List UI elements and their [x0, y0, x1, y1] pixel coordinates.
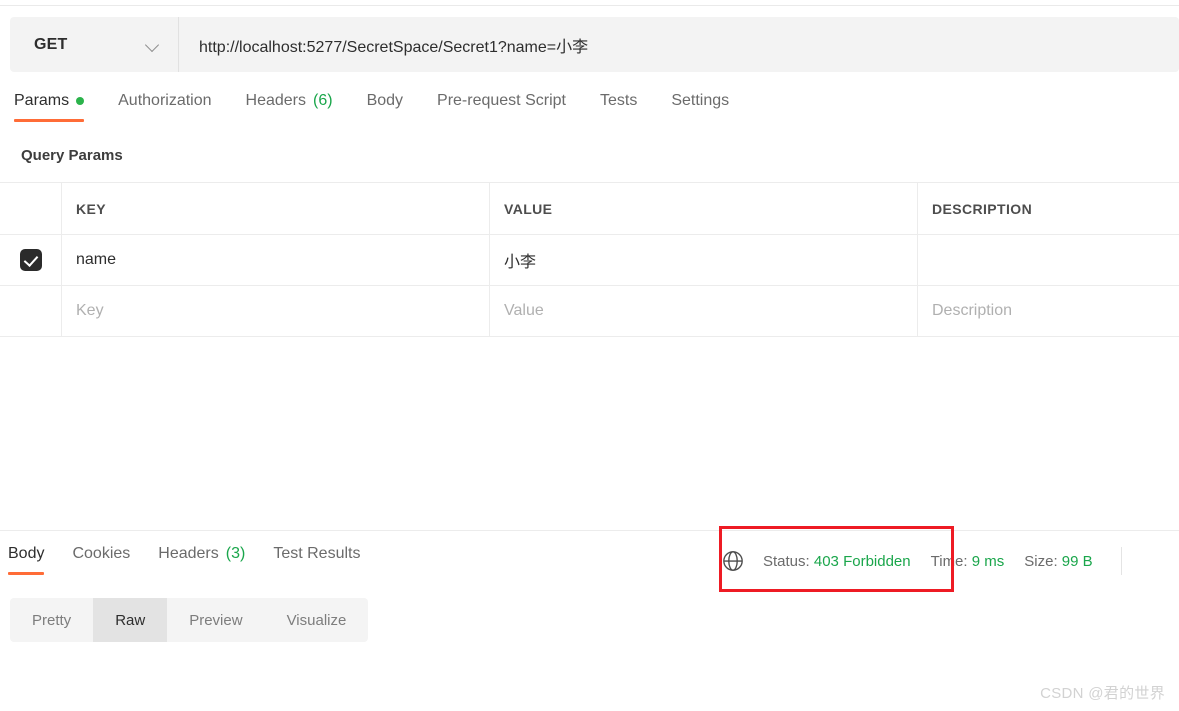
row-key-cell[interactable]: name [62, 235, 490, 285]
header-description: DESCRIPTION [932, 200, 1033, 217]
response-tabs: Body Cookies Headers (3) Test Results [0, 545, 388, 577]
query-params-table: KEY VALUE DESCRIPTION name 小李 Key Value … [0, 182, 1179, 337]
empty-row-description-cell[interactable]: Description [918, 286, 1179, 336]
tab-headers-count: (6) [313, 92, 333, 109]
params-modified-dot [76, 97, 85, 105]
tab-params-label: Params [14, 92, 70, 109]
format-preview-button[interactable]: Preview [167, 598, 264, 642]
watermark: CSDN @君的世界 [1040, 685, 1165, 702]
tab-body-label: Body [366, 92, 404, 109]
format-raw-button[interactable]: Raw [93, 598, 168, 642]
empty-row-value-placeholder: Value [504, 302, 544, 319]
response-tab-cookies-label: Cookies [72, 545, 131, 562]
tab-settings[interactable]: Settings [671, 92, 729, 124]
empty-row-key-cell[interactable]: Key [62, 286, 490, 336]
tab-pre-request-script-label: Pre-request Script [437, 92, 566, 109]
http-method-select[interactable]: GET [10, 17, 179, 72]
size-meta: Size: 99 B [1024, 553, 1092, 570]
size-label: Size: [1024, 552, 1058, 570]
top-divider [0, 5, 1179, 6]
response-tab-headers[interactable]: Headers (3) [158, 545, 245, 577]
tab-tests-label: Tests [599, 92, 638, 109]
time-value: 9 ms [971, 552, 1005, 570]
format-visualize-button[interactable]: Visualize [265, 598, 369, 642]
empty-row-key-placeholder: Key [76, 302, 104, 319]
response-tab-headers-label: Headers [158, 545, 219, 562]
table-header-row: KEY VALUE DESCRIPTION [0, 183, 1179, 235]
table-row-empty: Key Value Description [0, 286, 1179, 337]
request-url-bar: GET [10, 17, 1179, 72]
table-row: name 小李 [0, 235, 1179, 286]
request-url-input[interactable] [179, 17, 1179, 72]
tab-authorization[interactable]: Authorization [118, 92, 211, 124]
response-divider [0, 530, 1179, 531]
tab-headers-label: Headers [245, 92, 306, 109]
format-pretty-button[interactable]: Pretty [10, 598, 93, 642]
header-select-all-cell [0, 183, 62, 234]
request-tabs: Params Authorization Headers (6) Body Pr… [0, 92, 1179, 132]
row-value-text: 小李 [504, 254, 537, 271]
tab-params[interactable]: Params [14, 92, 85, 124]
row-description-cell[interactable] [918, 235, 1179, 285]
chevron-down-icon [146, 38, 160, 52]
tab-headers[interactable]: Headers (6) [246, 92, 333, 124]
response-tab-headers-count: (3) [225, 545, 246, 562]
tab-pre-request-script[interactable]: Pre-request Script [437, 92, 566, 124]
row-key-text: name [76, 251, 117, 268]
tab-settings-label: Settings [671, 92, 730, 109]
response-tab-test-results[interactable]: Test Results [273, 545, 360, 577]
body-format-switch: Pretty Raw Preview Visualize [10, 598, 369, 642]
size-value: 99 B [1061, 552, 1093, 570]
response-meta: Status: 403 Forbidden Time: 9 ms Size: 9… [722, 546, 1122, 576]
empty-row-description-placeholder: Description [932, 302, 1013, 319]
empty-row-checkbox-cell [0, 286, 62, 336]
http-method-label: GET [34, 35, 68, 53]
time-meta: Time: 9 ms [931, 553, 1005, 570]
response-tab-cookies[interactable]: Cookies [72, 545, 130, 577]
tab-tests[interactable]: Tests [600, 92, 637, 124]
row-value-cell[interactable]: 小李 [490, 235, 918, 285]
time-label: Time: [930, 552, 968, 570]
response-tab-body[interactable]: Body [8, 545, 45, 577]
row-checkbox-cell [0, 235, 62, 285]
status-badge: Status: 403 Forbidden [763, 553, 911, 570]
status-label: Status: [763, 552, 810, 570]
query-params-title: Query Params [21, 147, 123, 164]
globe-icon [723, 551, 743, 571]
header-value: VALUE [490, 183, 918, 234]
status-value: 403 Forbidden [813, 552, 911, 570]
tab-authorization-label: Authorization [118, 92, 212, 109]
tab-body[interactable]: Body [367, 92, 403, 124]
response-tab-body-label: Body [8, 545, 45, 562]
meta-separator [1120, 547, 1122, 575]
row-enabled-checkbox[interactable] [19, 249, 42, 271]
response-tab-test-results-label: Test Results [273, 545, 361, 562]
empty-row-value-cell[interactable]: Value [490, 286, 918, 336]
header-key: KEY [62, 183, 490, 234]
